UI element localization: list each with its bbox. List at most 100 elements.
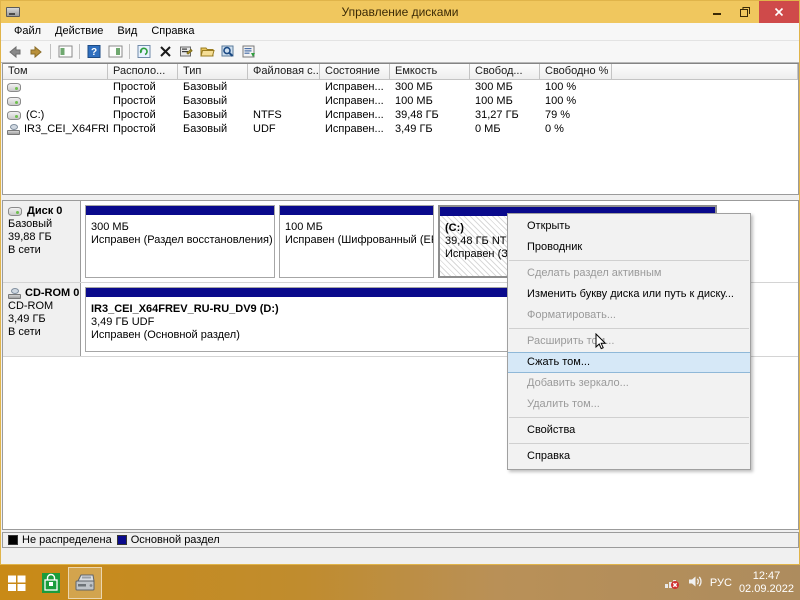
volume-cell-capacity: 3,49 ГБ bbox=[395, 123, 433, 135]
volume-column-header-8[interactable] bbox=[612, 64, 798, 80]
volume-column-header-4[interactable]: Состояние bbox=[320, 64, 390, 80]
volume-column-header-2[interactable]: Тип bbox=[178, 64, 248, 80]
volume-cell-layout: Простой bbox=[113, 81, 156, 93]
context-menu-item: Форматировать... bbox=[527, 309, 616, 321]
help-icon[interactable]: ? bbox=[84, 42, 104, 62]
forward-arrow-icon[interactable] bbox=[26, 42, 46, 62]
disk-info-panel[interactable]: CD-ROM 0 CD-ROM 3,49 ГБ В сети bbox=[3, 283, 81, 356]
toolbar-separator bbox=[50, 44, 51, 59]
disk-status: В сети bbox=[8, 244, 41, 256]
volume-label: IR3_CEI_X64FREV_... bbox=[24, 123, 108, 135]
volume-cell-status: Исправен... bbox=[325, 123, 384, 135]
volume-cell-volume bbox=[3, 96, 108, 106]
volume-cell-capacity: 39,48 ГБ bbox=[395, 109, 439, 121]
minimize-button[interactable] bbox=[703, 1, 731, 23]
back-arrow-icon[interactable] bbox=[5, 42, 25, 62]
legend-bar: Не распределена Основной раздел bbox=[2, 532, 799, 548]
hard-disk-icon bbox=[7, 110, 21, 120]
network-error-icon[interactable] bbox=[663, 574, 680, 592]
volume-cell-free_pct: 100 % bbox=[545, 81, 577, 93]
svg-text:?: ? bbox=[91, 47, 97, 58]
menu-bar: Файл Действие Вид Справка bbox=[1, 23, 799, 41]
context-menu-item[interactable]: Открыть bbox=[508, 216, 750, 237]
disk-size: 39,88 ГБ bbox=[8, 231, 52, 243]
volume-column-header-7[interactable]: Свободно % bbox=[540, 64, 612, 80]
context-menu-item: Добавить зеркало... bbox=[527, 377, 629, 389]
volume-label: (C:) bbox=[26, 109, 45, 121]
context-menu-item: Сделать раздел активным bbox=[527, 267, 662, 279]
title-bar: Управление дисками bbox=[1, 1, 799, 23]
partition-line: 100 МБ bbox=[285, 221, 323, 233]
toolbar: ? bbox=[1, 41, 799, 63]
volume-row[interactable]: Простой Базовый Исправен... 100 МБ 100 МБ 100… bbox=[3, 94, 798, 108]
context-menu-item[interactable]: Изменить букву диска или путь к диску... bbox=[508, 284, 750, 305]
disk-name: Диск 0 bbox=[27, 205, 63, 217]
context-menu-item[interactable]: Справка bbox=[508, 446, 750, 467]
context-menu-item[interactable]: Сжать том... bbox=[508, 352, 750, 373]
volume-cell-layout: Простой bbox=[113, 123, 156, 135]
open-folder-icon[interactable] bbox=[197, 42, 217, 62]
clock[interactable]: 12:47 02.09.2022 bbox=[739, 570, 794, 596]
legend-item-unallocated: Не распределена bbox=[8, 534, 112, 546]
partition-line: Исправен (Раздел восстановления) bbox=[91, 234, 273, 246]
restore-button[interactable] bbox=[731, 1, 759, 23]
volume-row[interactable]: IR3_CEI_X64FREV_... Простой Базовый UDF Испр… bbox=[3, 122, 798, 136]
legend-label: Основной раздел bbox=[130, 534, 220, 546]
context-menu-item[interactable]: Свойства bbox=[508, 420, 750, 441]
context-menu-separator bbox=[509, 443, 749, 444]
menu-view[interactable]: Вид bbox=[110, 23, 144, 40]
partition-details: 300 МБ Исправен (Раздел восстановления) bbox=[86, 215, 274, 277]
windows-start-icon[interactable] bbox=[0, 567, 34, 599]
toolbar-separator bbox=[129, 44, 130, 59]
partition-line: Исправен (Шифрованный (EFI) си bbox=[285, 234, 433, 246]
language-indicator[interactable]: РУС bbox=[710, 577, 732, 589]
menu-help[interactable]: Справка bbox=[144, 23, 201, 40]
clock-time: 12:47 bbox=[752, 569, 781, 582]
volume-cell-layout: Простой bbox=[113, 109, 156, 121]
context-menu: Открыть Проводник Сделать раздел активным И… bbox=[507, 213, 751, 470]
volume-column-header-0[interactable]: Том bbox=[3, 64, 108, 80]
volume-list-pane: Том Располо... Тип Файловая с... Состояние Ем… bbox=[2, 63, 799, 195]
partition-details: 100 МБИсправен (Шифрованный (EFI) си bbox=[280, 215, 433, 277]
context-menu-item[interactable]: Проводник bbox=[508, 237, 750, 258]
volume-column-header-5[interactable]: Емкость bbox=[390, 64, 470, 80]
volume-row[interactable]: Простой Базовый Исправен... 300 МБ 300 МБ 100… bbox=[3, 80, 798, 94]
refresh-icon[interactable] bbox=[134, 42, 154, 62]
legend-swatch bbox=[8, 535, 18, 545]
volume-cell-volume bbox=[3, 82, 108, 92]
disk-size: 3,49 ГБ bbox=[8, 313, 46, 325]
menu-file[interactable]: Файл bbox=[7, 23, 48, 40]
volume-cell-volume: (C:) bbox=[3, 108, 108, 122]
up-one-level-icon[interactable] bbox=[55, 42, 75, 62]
partition-block[interactable]: 300 МБ Исправен (Раздел восстановления) bbox=[85, 205, 275, 278]
volume-column-header-6[interactable]: Свобод... bbox=[470, 64, 540, 80]
export-list-icon[interactable] bbox=[239, 42, 259, 62]
toolbar-separator bbox=[79, 44, 80, 59]
rescan-disks-icon[interactable] bbox=[218, 42, 238, 62]
menu-action[interactable]: Действие bbox=[48, 23, 110, 40]
delete-icon[interactable] bbox=[155, 42, 175, 62]
volume-cell-free: 0 МБ bbox=[475, 123, 501, 135]
volume-column-header-3[interactable]: Файловая с... bbox=[248, 64, 320, 80]
partition-block[interactable]: 100 МБИсправен (Шифрованный (EFI) си bbox=[279, 205, 434, 278]
volume-cell-status: Исправен... bbox=[325, 81, 384, 93]
cd-rom-icon bbox=[8, 287, 21, 299]
disk-status: В сети bbox=[8, 326, 41, 338]
volume-row[interactable]: (C:) Простой Базовый NTFS Исправен... 39,48 Г… bbox=[3, 108, 798, 122]
properties-icon[interactable] bbox=[176, 42, 196, 62]
speaker-icon[interactable] bbox=[687, 574, 703, 592]
store-icon[interactable] bbox=[34, 567, 68, 599]
volume-column-header-1[interactable]: Располо... bbox=[108, 64, 178, 80]
context-menu-separator bbox=[509, 417, 749, 418]
volume-cell-volume: IR3_CEI_X64FREV_... bbox=[3, 122, 108, 136]
partition-color-bar bbox=[280, 206, 433, 215]
close-button[interactable] bbox=[759, 1, 799, 23]
disk-management-icon[interactable] bbox=[68, 566, 102, 599]
window-title: Управление дисками bbox=[341, 5, 459, 19]
show-hide-console-tree-icon[interactable] bbox=[105, 42, 125, 62]
volume-cell-type: Базовый bbox=[183, 123, 228, 135]
disk-info-panel[interactable]: Диск 0 Базовый 39,88 ГБ В сети bbox=[3, 201, 81, 282]
volume-list-body: Простой Базовый Исправен... 300 МБ 300 МБ 100… bbox=[3, 80, 798, 136]
volume-cell-free_pct: 100 % bbox=[545, 95, 577, 107]
hard-disk-icon bbox=[8, 206, 22, 216]
